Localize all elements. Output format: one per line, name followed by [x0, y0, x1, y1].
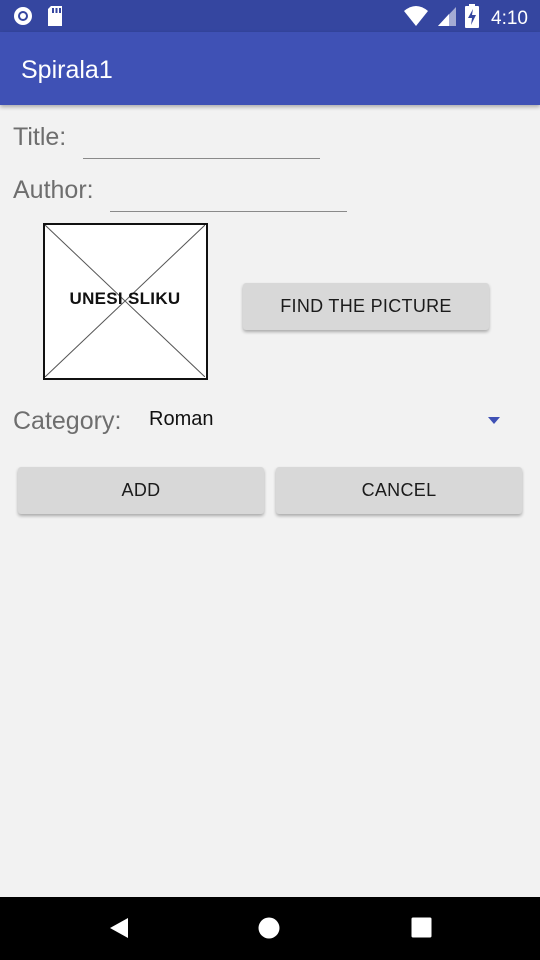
status-right-icons: 4:10 [403, 4, 528, 33]
title-input[interactable] [83, 123, 320, 159]
app-title: Spirala1 [21, 56, 113, 84]
app-bar: Spirala1 [0, 32, 540, 105]
category-selected-value: Roman [149, 408, 214, 430]
cancel-button[interactable]: CANCEL [276, 467, 522, 514]
battery-charging-icon [465, 4, 480, 33]
recents-icon[interactable] [411, 917, 432, 943]
status-left-icons [12, 5, 64, 32]
category-spinner[interactable]: Roman [140, 402, 520, 440]
author-label: Author: [13, 176, 94, 204]
image-placeholder-text: UNESI SLIKU [69, 289, 181, 308]
author-input[interactable] [110, 176, 347, 212]
circle-notification-icon [12, 5, 34, 32]
add-button[interactable]: ADD [18, 467, 264, 514]
home-icon[interactable] [258, 917, 280, 944]
wifi-icon [403, 5, 429, 32]
title-label: Title: [13, 123, 67, 151]
sd-card-icon [46, 5, 64, 32]
back-icon[interactable] [108, 917, 130, 944]
dropdown-arrow-icon [488, 417, 500, 424]
navigation-bar [0, 897, 540, 960]
cellular-signal-icon [437, 5, 457, 32]
status-clock: 4:10 [491, 7, 528, 29]
category-label: Category: [13, 407, 122, 435]
book-image-placeholder[interactable]: UNESI SLIKU [43, 223, 208, 380]
status-bar: 4:10 [0, 0, 540, 32]
find-picture-button[interactable]: FIND THE PICTURE [243, 283, 489, 330]
